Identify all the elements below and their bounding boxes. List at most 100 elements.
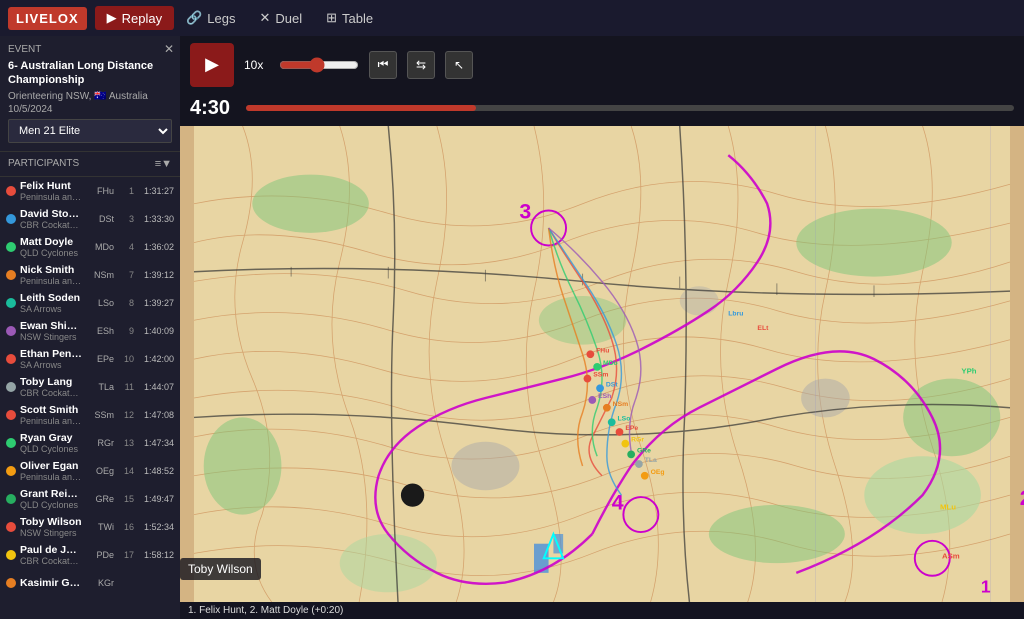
svg-text:YPh: YPh bbox=[961, 367, 976, 376]
svg-text:LSo: LSo bbox=[618, 415, 631, 422]
svg-text:OEg: OEg bbox=[651, 469, 665, 476]
participant-abbr: FHu bbox=[86, 186, 114, 196]
participant-color bbox=[6, 382, 16, 392]
participant-item[interactable]: Toby Wilson NSW Stingers TWi 16 1:52:34 bbox=[0, 513, 180, 541]
participant-item[interactable]: Ewan Shingler NSW Stingers ESh 9 1:40:09 bbox=[0, 317, 180, 345]
participant-abbr: OEg bbox=[86, 466, 114, 476]
event-label: Event bbox=[8, 44, 172, 55]
participant-item[interactable]: Nick Smith Peninsula and ... NSm 7 1:39:… bbox=[0, 261, 180, 289]
participant-team: CBR Cockatoos bbox=[20, 220, 82, 230]
category-select[interactable]: Men 21 Elite bbox=[8, 119, 172, 143]
participant-color bbox=[6, 186, 16, 196]
participant-item[interactable]: Ryan Gray QLD Cyclones RGr 13 1:47:34 bbox=[0, 429, 180, 457]
participant-item[interactable]: Leith Soden SA Arrows LSo 8 1:39:27 bbox=[0, 289, 180, 317]
event-section: Event ✕ 6- Australian Long Distance Cham… bbox=[0, 36, 180, 152]
speed-label: 10x bbox=[244, 58, 269, 72]
participant-time: 1:52:34 bbox=[138, 522, 174, 532]
participant-time: 1:40:09 bbox=[138, 326, 174, 336]
participant-time: 1:36:02 bbox=[138, 242, 174, 252]
nav-table[interactable]: ⊞ Table bbox=[314, 6, 385, 30]
svg-text:MDo: MDo bbox=[603, 360, 618, 367]
progress-bar-container[interactable] bbox=[246, 105, 1014, 111]
participant-info: Kasimir Gregory bbox=[20, 577, 82, 589]
nav-legs[interactable]: 🔗 Legs bbox=[174, 6, 247, 30]
participant-abbr: GRe bbox=[86, 494, 114, 504]
participant-time: 1:33:30 bbox=[138, 214, 174, 224]
participant-info: Felix Hunt Peninsula and ... bbox=[20, 180, 82, 202]
participant-rank: 10 bbox=[118, 354, 134, 364]
svg-text:NSm: NSm bbox=[613, 401, 629, 408]
logo: LIVELOX bbox=[8, 7, 87, 30]
participant-team: QLD Cyclones bbox=[20, 500, 82, 510]
participant-abbr: DSt bbox=[86, 214, 114, 224]
participant-item[interactable]: Ethan Penck SA Arrows EPe 10 1:42:00 bbox=[0, 345, 180, 373]
close-button[interactable]: ✕ bbox=[164, 42, 174, 56]
participant-time: 1:44:07 bbox=[138, 382, 174, 392]
participant-rank: 11 bbox=[118, 382, 134, 392]
participant-item[interactable]: Toby Lang CBR Cockatoos TLa 11 1:44:07 bbox=[0, 373, 180, 401]
participant-item[interactable]: Oliver Egan Peninsula and ... OEg 14 1:4… bbox=[0, 457, 180, 485]
svg-text:2: 2 bbox=[1020, 486, 1024, 510]
filter-icon[interactable]: ≡▼ bbox=[155, 158, 172, 170]
participant-rank: 17 bbox=[118, 550, 134, 560]
participant-color bbox=[6, 550, 16, 560]
participant-item[interactable]: Kasimir Gregory KGr bbox=[0, 569, 180, 597]
skip-start-button[interactable]: ⏮ bbox=[369, 51, 397, 79]
participant-info: Oliver Egan Peninsula and ... bbox=[20, 460, 82, 482]
participant-team: SA Arrows bbox=[20, 360, 82, 370]
participant-name: Kasimir Gregory bbox=[20, 577, 82, 589]
participant-info: Matt Doyle QLD Cyclones bbox=[20, 236, 82, 258]
participant-rank: 15 bbox=[118, 494, 134, 504]
participant-name: Ryan Gray bbox=[20, 432, 82, 444]
participant-team: QLD Cyclones bbox=[20, 248, 82, 258]
participant-item[interactable]: Matt Doyle QLD Cyclones MDo 4 1:36:02 bbox=[0, 233, 180, 261]
participant-info: Toby Wilson NSW Stingers bbox=[20, 516, 82, 538]
status-bar: 1. Felix Hunt, 2. Matt Doyle (+0:20) bbox=[180, 602, 1024, 619]
participant-time: 1:47:34 bbox=[138, 438, 174, 448]
participant-name: Matt Doyle bbox=[20, 236, 82, 248]
svg-text:SSm: SSm bbox=[593, 372, 608, 379]
participant-info: Grant Reinbott QLD Cyclones bbox=[20, 488, 82, 510]
cursor-button[interactable]: ↖ bbox=[445, 51, 473, 79]
participant-abbr: EPe bbox=[86, 354, 114, 364]
sidebar: Event ✕ 6- Australian Long Distance Cham… bbox=[0, 36, 180, 619]
play-icon: ▶ bbox=[205, 54, 219, 75]
participant-color bbox=[6, 438, 16, 448]
participant-info: David Stocks CBR Cockatoos bbox=[20, 208, 82, 230]
map-canvas[interactable]: 3 4 2 1 FHu MDo bbox=[180, 126, 1024, 602]
participant-info: Ethan Penck SA Arrows bbox=[20, 348, 82, 370]
participant-team: CBR Cockatoos bbox=[20, 388, 82, 398]
participant-color bbox=[6, 466, 16, 476]
share-button[interactable]: ⇆ bbox=[407, 51, 435, 79]
participant-name: Scott Smith bbox=[20, 404, 82, 416]
status-text: 1. Felix Hunt, 2. Matt Doyle (+0:20) bbox=[188, 605, 343, 616]
speed-slider[interactable] bbox=[279, 57, 359, 73]
svg-text:MLu: MLu bbox=[940, 503, 956, 512]
participant-color bbox=[6, 578, 16, 588]
participant-item[interactable]: Scott Smith Peninsula and ... SSm 12 1:4… bbox=[0, 401, 180, 429]
participant-item[interactable]: Paul de Jongh CBR Cockatoos PDe 17 1:58:… bbox=[0, 541, 180, 569]
participant-rank: 12 bbox=[118, 410, 134, 420]
participant-item[interactable]: David Stocks CBR Cockatoos DSt 3 1:33:30 bbox=[0, 205, 180, 233]
progress-bar-fill bbox=[246, 105, 476, 111]
map-area: ▶ 10x ⏮ ⇆ ↖ 4:30 bbox=[180, 36, 1024, 619]
nav-duel[interactable]: ✕ Duel bbox=[247, 6, 314, 30]
participant-name: Felix Hunt bbox=[20, 180, 82, 192]
participant-name: David Stocks bbox=[20, 208, 82, 220]
time-display: 4:30 bbox=[190, 97, 240, 120]
participant-time: 1:49:47 bbox=[138, 494, 174, 504]
participant-name: Paul de Jongh bbox=[20, 544, 82, 556]
participant-color bbox=[6, 214, 16, 224]
svg-text:3: 3 bbox=[519, 199, 531, 223]
participant-item[interactable]: Grant Reinbott QLD Cyclones GRe 15 1:49:… bbox=[0, 485, 180, 513]
participant-color bbox=[6, 410, 16, 420]
participant-color bbox=[6, 326, 16, 336]
play-button[interactable]: ▶ bbox=[190, 43, 234, 87]
participant-color bbox=[6, 494, 16, 504]
nav-replay[interactable]: ▶ Replay bbox=[95, 6, 174, 30]
participant-item[interactable]: Felix Hunt Peninsula and ... FHu 1 1:31:… bbox=[0, 177, 180, 205]
participants-header: Participants ≡▼ bbox=[0, 152, 180, 177]
participant-time: 1:39:27 bbox=[138, 298, 174, 308]
participant-info: Ryan Gray QLD Cyclones bbox=[20, 432, 82, 454]
participant-rank: 8 bbox=[118, 298, 134, 308]
